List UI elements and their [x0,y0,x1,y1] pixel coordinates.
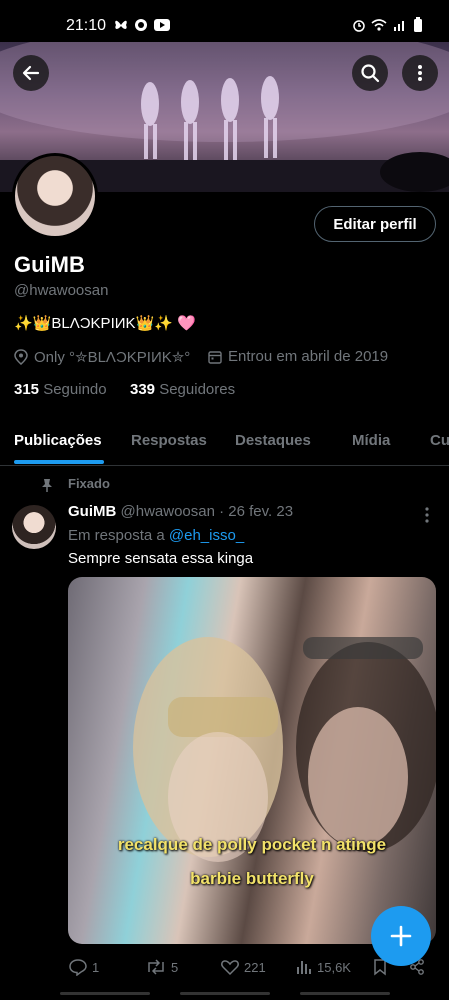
status-notification-icons [114,18,170,32]
post-header: GuiMB @hwawoosan · 26 fev. 23 [68,503,293,520]
like-action[interactable]: 221 [220,958,266,976]
following-label: Seguindo [43,381,107,398]
pin-icon [42,479,52,492]
tab-destaques[interactable]: Destaques [235,432,311,449]
plus-icon [390,925,412,947]
heart-icon [221,960,239,976]
followers-label: Seguidores [159,381,236,398]
location-pin-icon [14,349,28,365]
repost-action[interactable]: 5 [145,958,178,976]
more-vertical-icon [418,65,422,81]
search-icon [361,64,380,83]
threads-icon [135,19,147,31]
profile-joined: Entrou em abril de 2019 [208,348,388,365]
search-button[interactable] [352,55,388,91]
battery-icon [414,17,422,32]
post-text: Sempre sensata essa kinga [68,550,254,567]
profile-location: Only °✮BLΛϽKPIИK✮° [14,348,190,366]
repost-icon [148,959,164,975]
reply-icon [69,959,87,976]
media-caption-line2: barbie butterfly [190,869,314,888]
tab-respostas[interactable]: Respostas [131,432,207,449]
reply-context: Em resposta a @eh_isso_ [68,527,244,544]
compose-post-button[interactable] [371,906,431,966]
wifi-icon [371,19,387,31]
youtube-icon [154,19,170,31]
views-count: 15,6K [317,959,351,975]
more-options-button[interactable] [402,55,438,91]
back-button[interactable] [13,55,49,91]
reply-action[interactable]: 1 [68,958,99,976]
post-avatar[interactable] [12,505,56,549]
status-system-icons [353,17,423,33]
status-time: 21:10 [66,17,107,34]
reply-count: 1 [92,959,100,975]
profile-name: GuiMB [14,252,85,277]
status-bar: 21:10 [0,0,449,42]
profile-bio: ✨👑BLΛϽKPIИK👑✨ 🩷 [14,315,196,332]
profile-handle: @hwawoosan [14,282,109,299]
joined-text: Entrou em abril de 2019 [228,348,389,365]
followers-count: 339 [130,381,156,398]
location-text: Only °✮BLΛϽKPIИK✮° [34,349,191,366]
calendar-icon [208,350,222,364]
arrow-left-icon [22,65,40,81]
repost-count: 5 [171,959,179,975]
reply-prefix: Em resposta a [68,527,165,544]
profile-avatar[interactable] [12,153,98,239]
following-count: 315 [14,381,40,398]
post-more-icon[interactable] [420,506,434,524]
reply-to-link[interactable]: @eh_isso_ [169,527,244,544]
bottom-nav-hint [0,988,449,1000]
edit-profile-button[interactable]: Editar perfil [314,206,436,242]
following-link[interactable]: 315 Seguindo [14,381,107,398]
alarm-icon [353,20,365,32]
active-tab-indicator [14,460,104,464]
butterfly-icon [115,20,127,29]
tab-cut-off[interactable]: Cu [430,432,449,449]
post-author[interactable]: GuiMB [68,503,116,520]
post-media-image[interactable]: recalque de polly pocket n atinge barbie… [68,577,436,944]
tab-midia[interactable]: Mídia [352,432,390,449]
tab-publicacoes[interactable]: Publicações [14,432,102,449]
pinned-label: Fixado [68,476,110,491]
signal-icon [394,21,404,31]
followers-link[interactable]: 339 Seguidores [130,381,235,398]
views-chart-icon [297,961,311,974]
like-count: 221 [244,959,266,975]
media-caption-line1: recalque de polly pocket n atinge [117,835,387,854]
views-action[interactable]: 15,6K [295,958,351,976]
post-handle-date: @hwawoosan · 26 fev. 23 [120,503,294,520]
